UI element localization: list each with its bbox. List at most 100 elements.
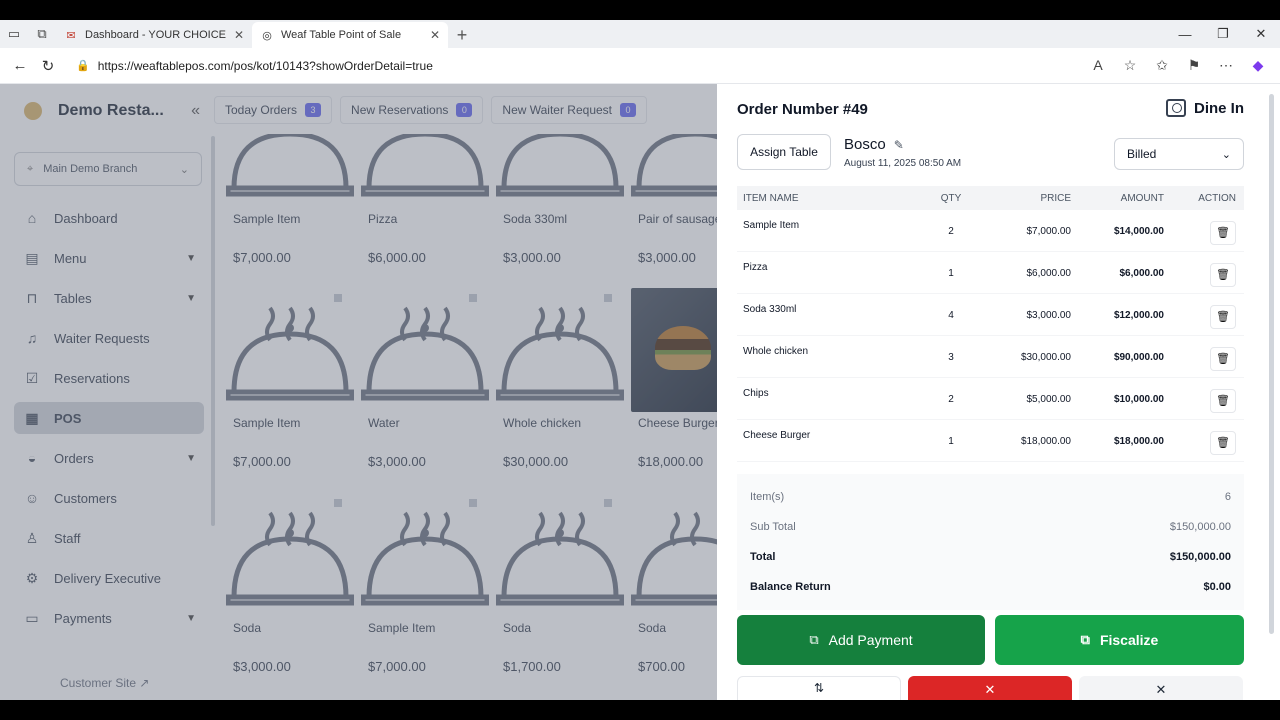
- delete-trash-icon[interactable]: 🗑: [1210, 305, 1236, 329]
- more-icon[interactable]: ⋯: [1210, 57, 1242, 74]
- menu-item-card[interactable]: Water $3,000.00: [360, 288, 490, 488]
- menu-item-card[interactable]: Soda $700.00: [630, 493, 717, 693]
- food-cloche-icon: [226, 493, 355, 613]
- item-price: $3,000.00: [503, 250, 561, 265]
- favorite-star-icon[interactable]: ☆: [1114, 57, 1146, 74]
- menu-item-card[interactable]: Soda $1,700.00: [495, 493, 625, 693]
- menu-item-card[interactable]: Sample Item $7,000.00: [360, 493, 490, 693]
- menu-item-card[interactable]: Cheese Burger $18,000.00: [631, 288, 717, 488]
- branch-select[interactable]: ⌖ Main Demo Branch ⌄: [14, 152, 202, 186]
- menu-item-card[interactable]: Sample Item $7,000.00: [226, 288, 355, 488]
- url-field[interactable]: 🔒 https://weaftablepos.com/pos/kot/10143…: [68, 52, 1076, 80]
- browser-tab-pos[interactable]: ◎ Weaf Table Point of Sale ✕: [252, 22, 448, 48]
- maximize-icon[interactable]: ❐: [1204, 20, 1242, 48]
- close-tab-icon[interactable]: ✕: [234, 28, 244, 42]
- menu-item-card[interactable]: Soda $3,000.00: [226, 493, 355, 693]
- assign-table-button[interactable]: Assign Table: [737, 134, 831, 170]
- minimize-icon[interactable]: —: [1166, 20, 1204, 48]
- workspaces-icon[interactable]: ⧉: [28, 20, 56, 48]
- sidebar-item-delivery-executive[interactable]: ⚙ Delivery Executive: [14, 562, 204, 594]
- sidebar-item-tables[interactable]: ⊓ Tables ▼: [14, 282, 204, 314]
- bell-icon: ♫: [26, 330, 38, 346]
- item-price: $3,000.00: [368, 454, 426, 469]
- close-window-icon[interactable]: ✕: [1242, 20, 1280, 48]
- table-row: Soda 330ml 4 $3,000.00 $12,000.00 🗑: [737, 294, 1244, 336]
- delete-trash-icon[interactable]: 🗑: [1210, 389, 1236, 413]
- today-orders-button[interactable]: Today Orders 3: [214, 96, 333, 124]
- item-name: Cheese Burger: [638, 416, 717, 430]
- item-name: Soda: [233, 621, 262, 635]
- summary-value: $0.00: [1203, 581, 1231, 593]
- home-icon: ⌂: [27, 210, 37, 226]
- top-nav: Today Orders 3 New Reservations 0 New Wait…: [214, 96, 655, 124]
- close-tab-icon[interactable]: ✕: [430, 28, 440, 42]
- action-cell: 🗑: [1164, 252, 1244, 287]
- edit-pencil-icon[interactable]: ✎: [894, 138, 904, 152]
- item-name-cell: Soda 330ml: [743, 304, 797, 315]
- action-cell: 🗑: [1164, 378, 1244, 413]
- collapse-sidebar-icon[interactable]: «: [191, 102, 200, 120]
- sidebar-menu: ⌂ Dashboard ▤ Menu ▼ ⊓ Tables ▼ ♫ Waiter Reque…: [4, 202, 214, 634]
- sidebar-toggle-icon[interactable]: ▭: [0, 20, 28, 48]
- close-icon: ✕: [1155, 682, 1167, 697]
- new-tab-button[interactable]: +: [448, 22, 476, 48]
- count-badge: 0: [456, 103, 473, 117]
- amount-cell: $12,000.00: [1113, 310, 1164, 321]
- menu-item-card[interactable]: Pizza $6,000.00: [360, 134, 490, 284]
- delete-trash-icon[interactable]: 🗑: [1210, 263, 1236, 287]
- sidebar-item-orders[interactable]: ◒ Orders ▼: [14, 442, 204, 474]
- cancel-order-button[interactable]: ✕: [908, 676, 1072, 700]
- panel-scrollbar[interactable]: [1269, 94, 1274, 634]
- pos-icon: ▦: [25, 409, 39, 426]
- count-badge: 0: [620, 103, 636, 117]
- fiscalize-button[interactable]: ⧉ Fiscalize: [995, 615, 1244, 665]
- read-aloud-icon[interactable]: A: [1082, 57, 1114, 74]
- sidebar-item-payments[interactable]: ▭ Payments ▼: [14, 602, 204, 634]
- new-waiter-request-button[interactable]: New Waiter Request 0: [491, 96, 647, 124]
- menu-item-card[interactable]: Whole chicken $30,000.00: [495, 288, 625, 488]
- copilot-icon[interactable]: ◆: [1242, 57, 1274, 74]
- sidebar-item-waiter-requests[interactable]: ♫ Waiter Requests: [14, 322, 204, 354]
- delete-trash-icon[interactable]: 🗑: [1210, 431, 1236, 455]
- food-cloche-icon: [630, 134, 717, 204]
- sidebar-item-dashboard[interactable]: ⌂ Dashboard: [14, 202, 204, 234]
- count-badge: 3: [305, 103, 322, 117]
- order-status-select[interactable]: Billed ⌄: [1114, 138, 1244, 170]
- customer-site-link[interactable]: Customer Site ↗: [60, 676, 149, 690]
- cheese-burger-photo: [631, 288, 717, 412]
- browser-tab-dashboard[interactable]: ✉ Dashboard - YOUR CHOICE LIMIT ✕: [56, 22, 252, 48]
- chevron-down-icon: ⌄: [1221, 148, 1231, 161]
- delete-trash-icon[interactable]: 🗑: [1210, 221, 1236, 245]
- sidebar-item-staff[interactable]: ♙ Staff: [14, 522, 204, 554]
- new-reservations-button[interactable]: New Reservations 0: [340, 96, 484, 124]
- qty-cell: 2: [948, 394, 954, 405]
- add-payment-button[interactable]: ⧉ Add Payment: [737, 615, 985, 665]
- sidebar-item-pos[interactable]: ▦ POS: [14, 402, 204, 434]
- sidebar-scrollbar[interactable]: [211, 136, 215, 526]
- sidebar-item-customers[interactable]: ☺ Customers: [14, 482, 204, 514]
- price-cell: $18,000.00: [1020, 436, 1071, 447]
- reload-icon[interactable]: ↻: [34, 52, 62, 80]
- fiscalize-icon: ⧉: [1080, 632, 1090, 647]
- food-cloche-icon: [360, 493, 490, 613]
- column-header: ACTION: [1198, 192, 1236, 204]
- action-cell: 🗑: [1164, 294, 1244, 329]
- pos-app: Demo Resta... « ⌖ Main Demo Branch ⌄ ⌂ Da…: [0, 84, 1280, 700]
- sidebar-item-menu[interactable]: ▤ Menu ▼: [14, 242, 204, 274]
- item-name: Water: [368, 416, 400, 430]
- item-price: $1,700.00: [503, 659, 561, 674]
- menu-item-card[interactable]: Sample Item $7,000.00: [226, 134, 355, 284]
- sort-icon: ⇅: [813, 681, 825, 695]
- menu-item-card[interactable]: Pair of sausage $3,000.00: [630, 134, 717, 284]
- site-info-icon[interactable]: 🔒: [76, 59, 90, 72]
- extension-icon[interactable]: ⚑: [1178, 57, 1210, 74]
- delete-trash-icon[interactable]: 🗑: [1210, 347, 1236, 371]
- menu-item-card[interactable]: Soda 330ml $3,000.00: [495, 134, 625, 284]
- sidebar-item-reservations[interactable]: ☑ Reservations: [14, 362, 204, 394]
- back-icon[interactable]: ←: [6, 52, 34, 80]
- customer-name: Bosco: [844, 136, 886, 153]
- favorites-icon[interactable]: ✩: [1146, 57, 1178, 74]
- secondary-action-button[interactable]: ⇅: [737, 676, 901, 700]
- sidebar: Demo Resta... « ⌖ Main Demo Branch ⌄ ⌂ Da…: [4, 84, 214, 700]
- close-panel-button[interactable]: ✕: [1079, 676, 1243, 700]
